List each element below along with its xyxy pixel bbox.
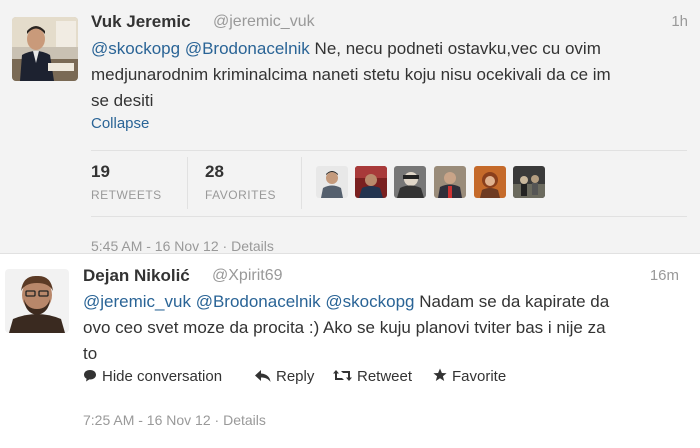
tweet-text-segment: medjunarodnim kriminalcima naneti stetu …	[91, 65, 611, 84]
tweet-text-segment: se desiti	[91, 91, 154, 110]
mention-link[interactable]: @Brodonacelnik	[196, 292, 321, 311]
speech-bubble-icon	[83, 369, 97, 385]
mention-link[interactable]: @skockopg	[91, 39, 180, 58]
separator-dot: ·	[214, 412, 220, 428]
tweet-expanded: Vuk Jeremic @jeremic_vuk 1h @skockopg @B…	[0, 0, 700, 254]
timestamp[interactable]: 5:45 AM - 16 Nov 12	[91, 238, 219, 254]
author-handle[interactable]: @jeremic_vuk	[213, 13, 315, 31]
stats-separator	[187, 157, 188, 209]
favoriter-avatar[interactable]	[355, 166, 387, 198]
avatar-vuk-jeremic[interactable]	[12, 17, 78, 81]
author-name[interactable]: Vuk Jeremic	[91, 12, 191, 32]
tweet-time[interactable]: 16m	[650, 267, 679, 284]
stats-divider-top	[91, 150, 687, 151]
reply-button[interactable]: Reply	[255, 368, 314, 385]
star-icon	[433, 368, 447, 385]
favorite-button[interactable]: Favorite	[433, 368, 506, 385]
author-handle[interactable]: @Xpirit69	[212, 267, 283, 285]
reply-arrow-icon	[255, 369, 271, 385]
tweet-meta: 7:25 AM - 16 Nov 12 · Details	[83, 412, 266, 428]
retweet-label: Retweet	[357, 368, 413, 385]
mention-link[interactable]: @Brodonacelnik	[185, 39, 310, 58]
retweets-label[interactable]: RETWEETS	[91, 188, 162, 202]
stats-divider-bottom	[91, 216, 687, 217]
favorites-count[interactable]: 28	[205, 162, 224, 182]
tweet-reply: Dejan Nikolić @Xpirit69 16m @jeremic_vuk…	[0, 255, 700, 448]
details-link[interactable]: Details	[231, 238, 274, 254]
favoriter-avatar[interactable]	[513, 166, 545, 198]
tweet-text-segment: Ne, necu podneti ostavku,vec cu ovim	[309, 39, 601, 58]
tweet-text: @jeremic_vuk @Brodonacelnik @skockopg Na…	[83, 289, 683, 367]
author-name[interactable]: Dejan Nikolić	[83, 266, 190, 286]
tweet-text-segment: to	[83, 344, 98, 363]
tweet-text: @skockopg @Brodonacelnik Ne, necu podnet…	[91, 36, 691, 114]
hide-conversation-button[interactable]: Hide conversation	[83, 368, 222, 385]
tweet-text-segment: ovo ceo svet moze da procita :) Ako se k…	[83, 318, 606, 337]
tweet-meta: 5:45 AM - 16 Nov 12 · Details	[91, 238, 274, 254]
retweet-button[interactable]: Retweet	[333, 368, 412, 385]
hide-conversation-label: Hide conversation	[102, 368, 223, 385]
timestamp[interactable]: 7:25 AM - 16 Nov 12	[83, 412, 211, 428]
details-link[interactable]: Details	[223, 412, 266, 428]
collapse-link[interactable]: Collapse	[91, 115, 149, 132]
favoriter-avatar[interactable]	[474, 166, 506, 198]
favoriter-avatar[interactable]	[316, 166, 348, 198]
separator-dot: ·	[222, 238, 228, 254]
tweet-time[interactable]: 1h	[671, 13, 688, 30]
favorites-label[interactable]: FAVORITES	[205, 188, 276, 202]
retweets-count[interactable]: 19	[91, 162, 110, 182]
mention-link[interactable]: @jeremic_vuk	[83, 292, 191, 311]
tweet-text-segment: Nadam se da kapirate da	[414, 292, 610, 311]
favorite-label: Favorite	[452, 368, 507, 385]
retweet-icon	[333, 369, 352, 385]
mention-link[interactable]: @skockopg	[325, 292, 414, 311]
reply-label: Reply	[276, 368, 315, 385]
favoriter-avatar[interactable]	[394, 166, 426, 198]
stats-separator	[301, 157, 302, 209]
avatar-dejan-nikolic[interactable]	[5, 269, 69, 333]
favoriter-avatar[interactable]	[434, 166, 466, 198]
